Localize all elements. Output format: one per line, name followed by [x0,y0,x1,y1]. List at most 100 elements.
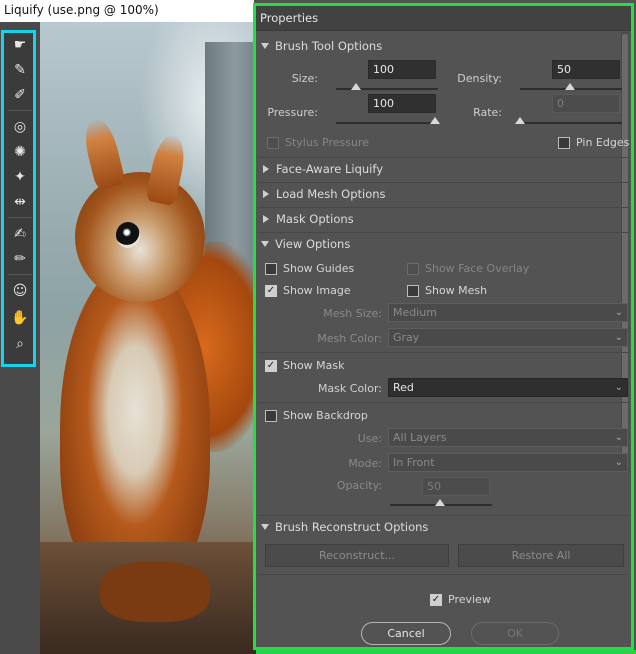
section-divider [258,515,628,516]
checkbox-box[interactable] [407,284,419,297]
forward-warp-tool-icon[interactable]: ☛ [8,34,32,56]
checkbox-label: Preview [448,593,491,606]
zoom-tool-icon[interactable]: ⌕ [8,333,32,355]
rate-slider-thumb[interactable] [515,117,525,124]
density-input[interactable]: 50 [552,60,620,79]
section-heading: Brush Reconstruct Options [275,520,429,534]
checkbox-label: Show Mesh [425,284,488,297]
chevron-down-icon: ⌄ [614,457,623,468]
panel-title: Properties [256,6,631,31]
density-slider-thumb[interactable] [565,83,575,90]
mask-color-select[interactable]: Red ⌄ [388,378,628,397]
canvas-squirrel-eye [116,222,140,248]
face-tool-icon[interactable]: ☺ [8,280,32,302]
canvas-squirrel-ear-left [79,115,127,191]
canvas-squirrel-head [75,172,205,302]
show-image-checkbox[interactable]: ✓ Show Image [265,284,351,297]
thaw-mask-tool-icon[interactable]: ✏ [8,248,32,270]
ok-button[interactable]: OK [471,622,559,645]
show-mesh-checkbox[interactable]: Show Mesh [407,284,487,297]
rate-label: Rate: [473,106,502,119]
section-divider [258,157,628,158]
pucker-tool-icon[interactable]: ✺ [8,141,32,163]
opacity-input[interactable]: 50 [422,477,490,496]
chevron-down-icon: ⌄ [614,382,623,393]
checkbox-label: Stylus Pressure [285,136,370,149]
chevron-down-icon [261,43,269,49]
section-brush-reconstruct-options[interactable]: Brush Reconstruct Options [261,520,428,534]
twirl-tool-icon[interactable]: ◎ [8,116,32,138]
section-divider [258,352,628,353]
opacity-slider-thumb[interactable] [435,499,445,506]
pressure-slider-thumb[interactable] [430,117,440,124]
mesh-size-label: Mesh Size: [323,307,382,320]
use-select[interactable]: All Layers ⌄ [388,428,628,447]
push-left-tool-icon[interactable]: ⇹ [8,191,32,213]
checkbox-box[interactable] [265,409,277,422]
pressure-input[interactable]: 100 [368,94,436,113]
cancel-button[interactable]: Cancel [361,622,451,645]
image-canvas[interactable] [40,22,256,654]
show-guides-checkbox[interactable]: Show Guides [265,262,354,275]
checkmark-icon[interactable]: ✓ [265,359,277,372]
checkbox-box[interactable] [558,136,570,149]
section-brush-tool-options[interactable]: Brush Tool Options [261,39,382,53]
properties-panel: Properties Brush Tool Options Size: 100 … [253,3,634,650]
rate-slider-track[interactable] [520,122,622,124]
size-input[interactable]: 100 [368,60,436,79]
chevron-down-icon: ⌄ [614,307,623,318]
section-divider [258,207,628,208]
window-title: Liquify (use.png @ 100%) [0,0,254,22]
show-mask-checkbox[interactable]: ✓ Show Mask [265,359,345,372]
hand-tool-icon[interactable]: ✋ [8,307,32,329]
bloat-tool-icon[interactable]: ✦ [8,166,32,188]
show-face-overlay-checkbox[interactable]: Show Face Overlay [407,262,529,275]
canvas-squirrel-feet [100,562,210,622]
select-value: Gray [393,331,420,344]
checkbox-box[interactable] [407,262,419,275]
chevron-right-icon [263,190,269,198]
section-heading: Face-Aware Liquify [276,162,383,176]
freeze-mask-tool-icon[interactable]: ✍ [8,223,32,245]
stylus-pressure-checkbox[interactable]: Stylus Pressure [267,136,369,149]
section-heading: Load Mesh Options [276,187,386,201]
opacity-label: Opacity: [336,479,382,492]
section-load-mesh-options[interactable]: Load Mesh Options [261,187,386,201]
checkmark-icon[interactable]: ✓ [265,284,277,297]
checkbox-label: Pin Edges [576,136,630,149]
rate-input[interactable]: 0 [552,94,620,113]
preview-checkbox[interactable]: ✓ Preview [430,593,491,606]
select-value: In Front [393,456,435,469]
checkbox-box[interactable] [267,136,279,149]
tool-separator [8,110,32,111]
checkbox-box[interactable] [265,262,277,275]
chevron-down-icon [261,241,269,247]
pressure-slider-track[interactable] [336,122,438,124]
density-label: Density: [457,72,502,85]
section-view-options[interactable]: View Options [261,237,350,251]
size-label: Size: [291,72,318,85]
liquify-toolbar: ☛ ✎ ✐ ◎ ✺ ✦ ⇹ ✍ ✏ ☺ ✋ ⌕ [1,30,36,367]
reconstruct-tool-icon[interactable]: ✎ [8,59,32,81]
pin-edges-checkbox[interactable]: Pin Edges [558,136,629,149]
size-slider-thumb[interactable] [351,83,361,90]
section-face-aware-liquify[interactable]: Face-Aware Liquify [261,162,383,176]
mesh-color-select[interactable]: Gray ⌄ [388,328,628,347]
panel-scrollbar-thumb[interactable] [622,34,628,464]
show-backdrop-checkbox[interactable]: Show Backdrop [265,409,368,422]
chevron-down-icon: ⌄ [614,332,623,343]
section-heading: Brush Tool Options [275,39,383,53]
mode-select[interactable]: In Front ⌄ [388,453,628,472]
use-label: Use: [357,432,382,445]
restore-all-button[interactable]: Restore All [458,544,624,567]
section-heading: Mask Options [276,212,354,226]
checkmark-icon[interactable]: ✓ [430,593,442,606]
smooth-tool-icon[interactable]: ✐ [8,84,32,106]
chevron-down-icon: ⌄ [614,432,623,443]
reconstruct-button[interactable]: Reconstruct... [265,544,449,567]
mesh-size-select[interactable]: Medium ⌄ [388,303,628,322]
select-value: Medium [393,306,437,319]
section-mask-options[interactable]: Mask Options [261,212,354,226]
chevron-right-icon [263,165,269,173]
section-heading: View Options [275,237,351,251]
